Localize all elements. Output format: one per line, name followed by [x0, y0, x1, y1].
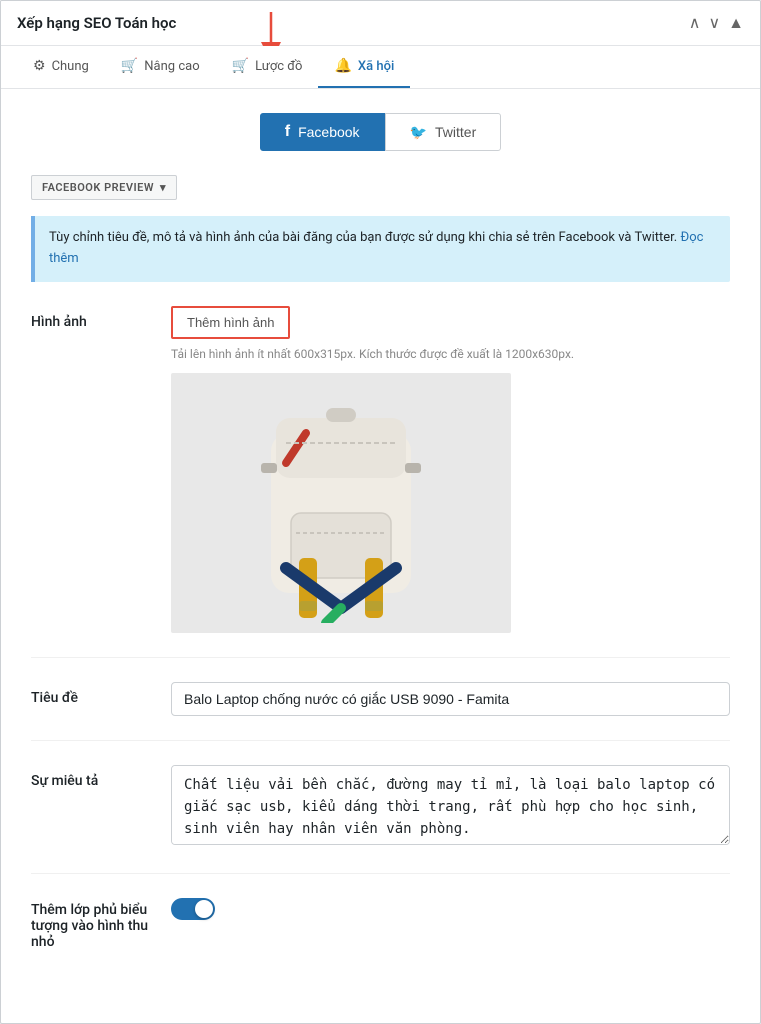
- su-mieu-ta-content: Chất liệu vải bền chắc, đường may tỉ mỉ,…: [171, 765, 730, 849]
- title-bar: Xếp hạng SEO Toán học ∧ ∨ ▲: [1, 1, 760, 46]
- twitter-icon: 🐦: [410, 124, 427, 141]
- tieu-de-row: Tiêu đề: [31, 682, 730, 741]
- tab-chung-label: Chung: [52, 59, 89, 74]
- cart-icon: 🛒: [121, 58, 138, 74]
- hinh-anh-row: Hình ảnh Thêm hình ảnh Tải lên hình ảnh …: [31, 306, 730, 658]
- content-area: f Facebook 🐦 Twitter FACEBOOK PREVIEW ▾ …: [1, 89, 760, 1022]
- image-hint-text: Tải lên hình ảnh ít nhất 600x315px. Kích…: [171, 347, 730, 361]
- them-lop-phu-toggle[interactable]: [171, 898, 215, 920]
- tab-xa-hoi-label: Xã hội: [358, 59, 394, 74]
- facebook-tab-button[interactable]: f Facebook: [260, 113, 385, 151]
- them-lop-phu-row: Thêm lớp phủ biểu tượng vào hình thu nhỏ: [31, 898, 730, 974]
- facebook-icon: f: [285, 123, 290, 141]
- gear-icon: ⚙: [33, 58, 46, 74]
- tab-nang-cao[interactable]: 🛒 Nâng cao: [105, 46, 216, 88]
- main-window: Xếp hạng SEO Toán học ∧ ∨ ▲ ⚙ Chung 🛒: [0, 0, 761, 1024]
- tab-luoc-do[interactable]: 🛒 Lược đồ: [216, 46, 319, 88]
- tab-luoc-do-label: Lược đồ: [255, 59, 302, 74]
- window-controls: ∧ ∨ ▲: [689, 13, 744, 33]
- su-mieu-ta-row: Sự miêu tả Chất liệu vải bền chắc, đường…: [31, 765, 730, 874]
- su-mieu-ta-input[interactable]: Chất liệu vải bền chắc, đường may tỉ mỉ,…: [171, 765, 730, 845]
- them-lop-phu-label: Thêm lớp phủ biểu tượng vào hình thu nhỏ: [31, 898, 171, 950]
- expand-button[interactable]: ∨: [708, 13, 720, 33]
- backpack-image: [231, 383, 451, 623]
- tieu-de-input[interactable]: [171, 682, 730, 716]
- tieu-de-content: [171, 682, 730, 716]
- preview-section-header: FACEBOOK PREVIEW ▾: [31, 175, 730, 200]
- hinh-anh-content: Thêm hình ảnh Tải lên hình ảnh ít nhất 6…: [171, 306, 730, 633]
- close-button[interactable]: ▲: [728, 13, 744, 33]
- tab-chung[interactable]: ⚙ Chung: [17, 46, 105, 88]
- schema-icon: 🛒: [232, 58, 249, 74]
- tieu-de-label: Tiêu đề: [31, 682, 171, 706]
- add-image-button[interactable]: Thêm hình ảnh: [171, 306, 290, 339]
- toggle-container: [171, 898, 730, 920]
- info-text: Tùy chỉnh tiêu đề, mô tả và hình ảnh của…: [49, 230, 677, 245]
- window-title: Xếp hạng SEO Toán học: [17, 14, 176, 32]
- toggle-knob: [195, 900, 213, 918]
- info-box: Tùy chỉnh tiêu đề, mô tả và hình ảnh của…: [31, 216, 730, 282]
- image-preview-box: [171, 373, 511, 633]
- social-platform-tabs: f Facebook 🐦 Twitter: [31, 113, 730, 151]
- minimize-button[interactable]: ∧: [689, 13, 701, 33]
- preview-label-text: FACEBOOK PREVIEW: [42, 181, 154, 194]
- su-mieu-ta-label: Sự miêu tả: [31, 765, 171, 789]
- tab-navigation: ⚙ Chung 🛒 Nâng cao 🛒 Lược đồ 🔔 Xã hội: [1, 46, 760, 89]
- tab-xa-hoi[interactable]: 🔔 Xã hội: [318, 46, 410, 88]
- social-icon: 🔔: [334, 58, 351, 74]
- facebook-preview-label[interactable]: FACEBOOK PREVIEW ▾: [31, 175, 177, 200]
- twitter-tab-button[interactable]: 🐦 Twitter: [385, 113, 502, 151]
- hinh-anh-label: Hình ảnh: [31, 306, 171, 330]
- them-lop-phu-content: [171, 898, 730, 920]
- tab-nav-wrapper: ⚙ Chung 🛒 Nâng cao 🛒 Lược đồ 🔔 Xã hội: [1, 46, 760, 89]
- chevron-down-icon: ▾: [160, 181, 166, 194]
- tab-nang-cao-label: Nâng cao: [144, 59, 199, 74]
- twitter-tab-label: Twitter: [435, 124, 476, 140]
- facebook-tab-label: Facebook: [298, 124, 359, 140]
